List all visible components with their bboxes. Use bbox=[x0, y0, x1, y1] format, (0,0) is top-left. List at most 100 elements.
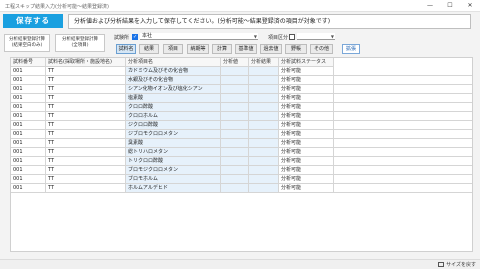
filler-cell bbox=[334, 103, 472, 112]
save-button[interactable]: 保存する bbox=[3, 14, 63, 28]
table-row[interactable]: 001 TT 水銀及びその化合物 分析可能 bbox=[11, 76, 472, 85]
status-cell: 分析可能 bbox=[279, 67, 334, 76]
analysis-result-cell[interactable] bbox=[249, 130, 279, 139]
sample-number-cell: 001 bbox=[11, 103, 46, 112]
analysis-value-cell[interactable] bbox=[221, 184, 249, 193]
sample-name-cell: TT bbox=[46, 184, 126, 193]
analysis-item-cell: ブロモジクロロメタン bbox=[126, 166, 221, 175]
sample-name-cell: TT bbox=[46, 85, 126, 94]
sample-name-cell: TT bbox=[46, 76, 126, 85]
analysis-item-cell: ブロモホルム bbox=[126, 175, 221, 184]
header-analysis-item[interactable]: 分析項目名 bbox=[126, 58, 221, 67]
analysis-result-cell[interactable] bbox=[249, 148, 279, 157]
header-analysis-result[interactable]: 分析結果 bbox=[249, 58, 279, 67]
category-checkbox[interactable] bbox=[289, 34, 295, 40]
filler-cell bbox=[334, 112, 472, 121]
table-row[interactable]: 001 TT 臭素酸 分析可能 bbox=[11, 139, 472, 148]
analysis-result-cell[interactable] bbox=[249, 85, 279, 94]
tab-standard[interactable]: 基準値 bbox=[235, 44, 257, 54]
status-cell: 分析可能 bbox=[279, 148, 334, 157]
table-row[interactable]: 001 TT トリクロロ酢酸 分析可能 bbox=[11, 157, 472, 166]
tab-result[interactable]: 結果 bbox=[139, 44, 159, 54]
filler-cell bbox=[334, 166, 472, 175]
analysis-result-cell[interactable] bbox=[249, 175, 279, 184]
header-analysis-value[interactable]: 分析値 bbox=[221, 58, 249, 67]
sample-number-cell: 001 bbox=[11, 67, 46, 76]
analysis-result-cell[interactable] bbox=[249, 103, 279, 112]
tab-deadline[interactable]: 納期等 bbox=[187, 44, 209, 54]
analysis-item-cell: クロロ酢酸 bbox=[126, 103, 221, 112]
analysis-result-cell[interactable] bbox=[249, 157, 279, 166]
analysis-value-cell[interactable] bbox=[221, 139, 249, 148]
restore-size-button[interactable]: サイズを戻す bbox=[438, 261, 476, 268]
filler-cell bbox=[334, 85, 472, 94]
status-cell: 分析可能 bbox=[279, 103, 334, 112]
sample-number-cell: 001 bbox=[11, 175, 46, 184]
table-row[interactable]: 001 TT ブロモジクロロメタン 分析可能 bbox=[11, 166, 472, 175]
tab-field-note[interactable]: 野帳 bbox=[285, 44, 307, 54]
sample-name-cell: TT bbox=[46, 121, 126, 130]
calc-all-items-button[interactable]: 分析結果登録計算 (全項目) bbox=[55, 34, 105, 52]
status-cell: 分析可能 bbox=[279, 94, 334, 103]
filler-cell bbox=[334, 139, 472, 148]
tab-calc[interactable]: 計算 bbox=[212, 44, 232, 54]
table-row[interactable]: 001 TT クロロホルム 分析可能 bbox=[11, 112, 472, 121]
restore-window-icon bbox=[438, 262, 445, 267]
status-cell: 分析可能 bbox=[279, 184, 334, 193]
instruction-message: 分析値および分析結果を入力して保存してください。(分析可能～結果登録済の項目が対… bbox=[68, 14, 471, 29]
analysis-value-cell[interactable] bbox=[221, 85, 249, 94]
tab-sample-name[interactable]: 試料名 bbox=[116, 44, 136, 54]
maximize-icon[interactable]: ☐ bbox=[440, 0, 460, 11]
minimize-icon[interactable]: — bbox=[420, 0, 440, 11]
analysis-value-cell[interactable] bbox=[221, 67, 249, 76]
analysis-item-cell: シアン化物イオン及び塩化シアン bbox=[126, 85, 221, 94]
lab-checkbox[interactable]: ✓ bbox=[132, 34, 138, 40]
window-title: 工程スキップ結果入力(分析可能～結果登録済) bbox=[5, 4, 109, 10]
sample-number-cell: 001 bbox=[11, 112, 46, 121]
status-cell: 分析可能 bbox=[279, 130, 334, 139]
analysis-value-cell[interactable] bbox=[221, 94, 249, 103]
analysis-value-cell[interactable] bbox=[221, 103, 249, 112]
header-sample-status[interactable]: 分析試料ステータス bbox=[279, 58, 334, 67]
header-sample-name[interactable]: 試料名(採取場所・施設地名) bbox=[46, 58, 126, 67]
analysis-value-cell[interactable] bbox=[221, 76, 249, 85]
table-row[interactable]: 001 TT クロロ酢酸 分析可能 bbox=[11, 103, 472, 112]
analysis-result-cell[interactable] bbox=[249, 166, 279, 175]
table-row[interactable]: 001 TT ホルムアルデヒド 分析可能 bbox=[11, 184, 472, 193]
analysis-value-cell[interactable] bbox=[221, 175, 249, 184]
calc-blank-only-button[interactable]: 分析結果登録計算 (結果空白のみ) bbox=[4, 34, 50, 52]
analysis-result-cell[interactable] bbox=[249, 67, 279, 76]
status-cell: 分析可能 bbox=[279, 166, 334, 175]
analysis-value-cell[interactable] bbox=[221, 112, 249, 121]
table-row[interactable]: 001 TT ジクロロ酢酸 分析可能 bbox=[11, 121, 472, 130]
close-icon[interactable]: ✕ bbox=[460, 0, 480, 11]
tab-item[interactable]: 項目 bbox=[163, 44, 183, 54]
table-row[interactable]: 001 TT ブロモホルム 分析可能 bbox=[11, 175, 472, 184]
header-sample-number[interactable]: 試料番号 bbox=[11, 58, 46, 67]
analysis-result-cell[interactable] bbox=[249, 112, 279, 121]
analysis-value-cell[interactable] bbox=[221, 166, 249, 175]
calc-all-items-line2: (全項目) bbox=[71, 43, 89, 48]
category-label: 項目区分 bbox=[268, 35, 289, 41]
analysis-result-cell[interactable] bbox=[249, 184, 279, 193]
analysis-value-cell[interactable] bbox=[221, 148, 249, 157]
table-row[interactable]: 001 TT カドミウム及びその化合物 分析可能 bbox=[11, 67, 472, 76]
tab-extension[interactable]: 拡張 bbox=[342, 44, 360, 54]
analysis-result-cell[interactable] bbox=[249, 76, 279, 85]
analysis-result-cell[interactable] bbox=[249, 94, 279, 103]
analysis-value-cell[interactable] bbox=[221, 157, 249, 166]
sample-number-cell: 001 bbox=[11, 76, 46, 85]
analysis-item-cell: ジブロモクロロメタン bbox=[126, 130, 221, 139]
tab-other[interactable]: その他 bbox=[310, 44, 333, 54]
table-row[interactable]: 001 TT ジブロモクロロメタン 分析可能 bbox=[11, 130, 472, 139]
tab-past-value[interactable]: 過去値 bbox=[260, 44, 282, 54]
table-row[interactable]: 001 TT 総トリハロメタン 分析可能 bbox=[11, 148, 472, 157]
table-row[interactable]: 001 TT シアン化物イオン及び塩化シアン 分析可能 bbox=[11, 85, 472, 94]
analysis-value-cell[interactable] bbox=[221, 130, 249, 139]
analysis-result-cell[interactable] bbox=[249, 139, 279, 148]
analysis-value-cell[interactable] bbox=[221, 121, 249, 130]
lab-select[interactable]: 本社 ▼ bbox=[140, 33, 258, 40]
category-select[interactable]: ▼ bbox=[297, 33, 335, 40]
table-row[interactable]: 001 TT 塩素酸 分析可能 bbox=[11, 94, 472, 103]
analysis-result-cell[interactable] bbox=[249, 121, 279, 130]
